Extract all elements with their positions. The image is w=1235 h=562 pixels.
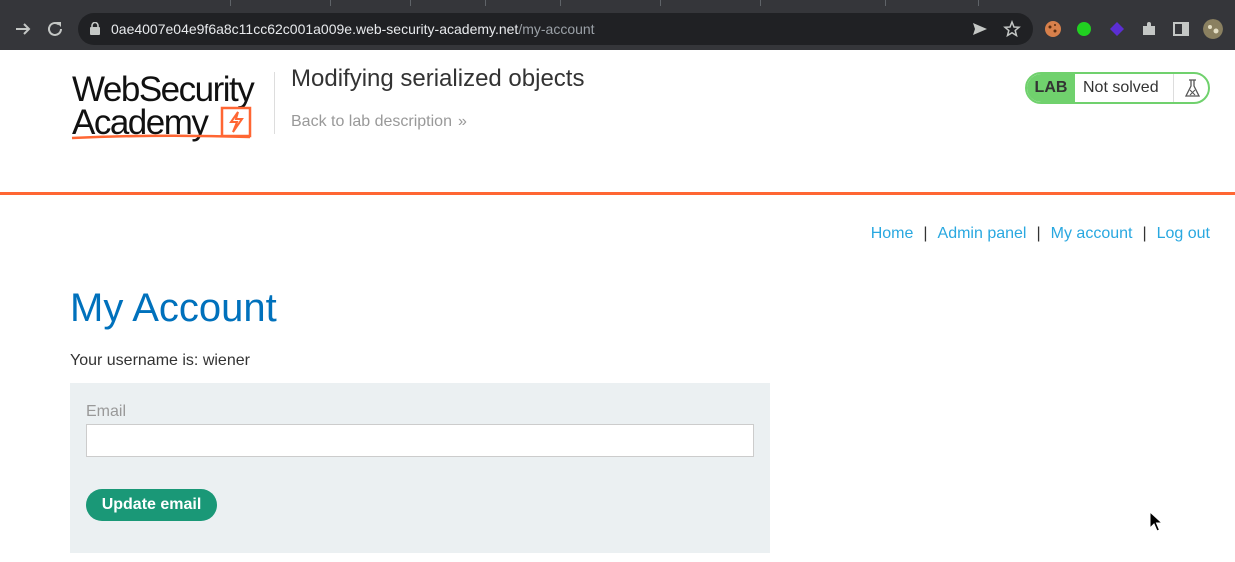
url-text[interactable]: 0ae4007e04e9f6a8c11cc62c001a009e.web-sec… xyxy=(111,21,595,37)
lab-status-widget: LAB Not solved xyxy=(1025,72,1210,104)
update-email-button[interactable]: Update email xyxy=(86,489,217,521)
purple-extension-icon[interactable] xyxy=(1107,19,1127,39)
cookie-extension-icon[interactable] xyxy=(1043,19,1063,39)
page-title: My Account xyxy=(70,286,277,330)
tab-divider xyxy=(330,0,331,6)
double-chevron-right-icon: » xyxy=(457,113,467,130)
tab-divider xyxy=(410,0,411,6)
sidebar-icon[interactable] xyxy=(1171,19,1191,39)
lab-header: WebSecurity Academy Modifying serialized… xyxy=(0,50,1235,195)
lab-status-text: Not solved xyxy=(1083,79,1159,96)
browser-chrome: 0ae4007e04e9f6a8c11cc62c001a009e.web-sec… xyxy=(0,0,1235,50)
header-divider xyxy=(274,72,275,134)
nav-separator: | xyxy=(923,225,928,242)
star-icon[interactable] xyxy=(1003,20,1021,38)
tab-divider xyxy=(885,0,886,6)
green-extension-icon[interactable] xyxy=(1074,19,1094,39)
change-email-form: Email Update email xyxy=(70,383,770,553)
avatar[interactable] xyxy=(1203,19,1223,39)
url-path: /my-account xyxy=(518,21,595,37)
forward-button[interactable] xyxy=(12,18,34,40)
flask-button[interactable] xyxy=(1173,74,1208,102)
tab-divider xyxy=(660,0,661,6)
arrow-right-icon xyxy=(16,23,31,35)
reload-icon xyxy=(48,21,62,36)
send-icon[interactable] xyxy=(971,20,989,38)
url-host: 0ae4007e04e9f6a8c11cc62c001a009e.web-sec… xyxy=(111,21,519,37)
nav-separator: | xyxy=(1036,225,1041,242)
logo-underline-icon xyxy=(71,134,251,140)
puzzle-extensions-icon[interactable] xyxy=(1139,19,1159,39)
top-navigation: Home | Admin panel | My account | Log out xyxy=(871,225,1210,243)
tab-divider xyxy=(485,0,486,6)
lab-title: Modifying serialized objects xyxy=(291,65,585,92)
tab-divider xyxy=(230,0,231,6)
browser-toolbar: 0ae4007e04e9f6a8c11cc62c001a009e.web-sec… xyxy=(0,8,1235,50)
username-text: Your username is: wiener xyxy=(70,352,250,369)
web-security-academy-logo[interactable]: WebSecurity Academy xyxy=(70,70,275,146)
lab-badge: LAB xyxy=(1027,74,1075,102)
flask-icon xyxy=(1184,79,1201,97)
email-input[interactable] xyxy=(86,424,754,457)
address-bar[interactable]: 0ae4007e04e9f6a8c11cc62c001a009e.web-sec… xyxy=(78,13,1033,45)
tab-strip[interactable] xyxy=(0,0,1235,8)
nav-home-link[interactable]: Home xyxy=(871,225,914,242)
tab-divider xyxy=(978,0,979,6)
nav-admin-panel-link[interactable]: Admin panel xyxy=(938,225,1027,242)
reload-button[interactable] xyxy=(44,18,66,40)
tab-divider xyxy=(760,0,761,6)
mouse-cursor-icon xyxy=(1149,511,1163,532)
lock-icon[interactable] xyxy=(90,22,100,35)
nav-log-out-link[interactable]: Log out xyxy=(1157,225,1210,242)
nav-my-account-link[interactable]: My account xyxy=(1051,225,1133,242)
tab-divider xyxy=(560,0,561,6)
email-label: Email xyxy=(86,403,127,420)
back-link-text: Back to lab description xyxy=(291,113,452,130)
nav-separator: | xyxy=(1142,225,1147,242)
back-to-lab-description-link[interactable]: Back to lab description » xyxy=(291,113,467,131)
